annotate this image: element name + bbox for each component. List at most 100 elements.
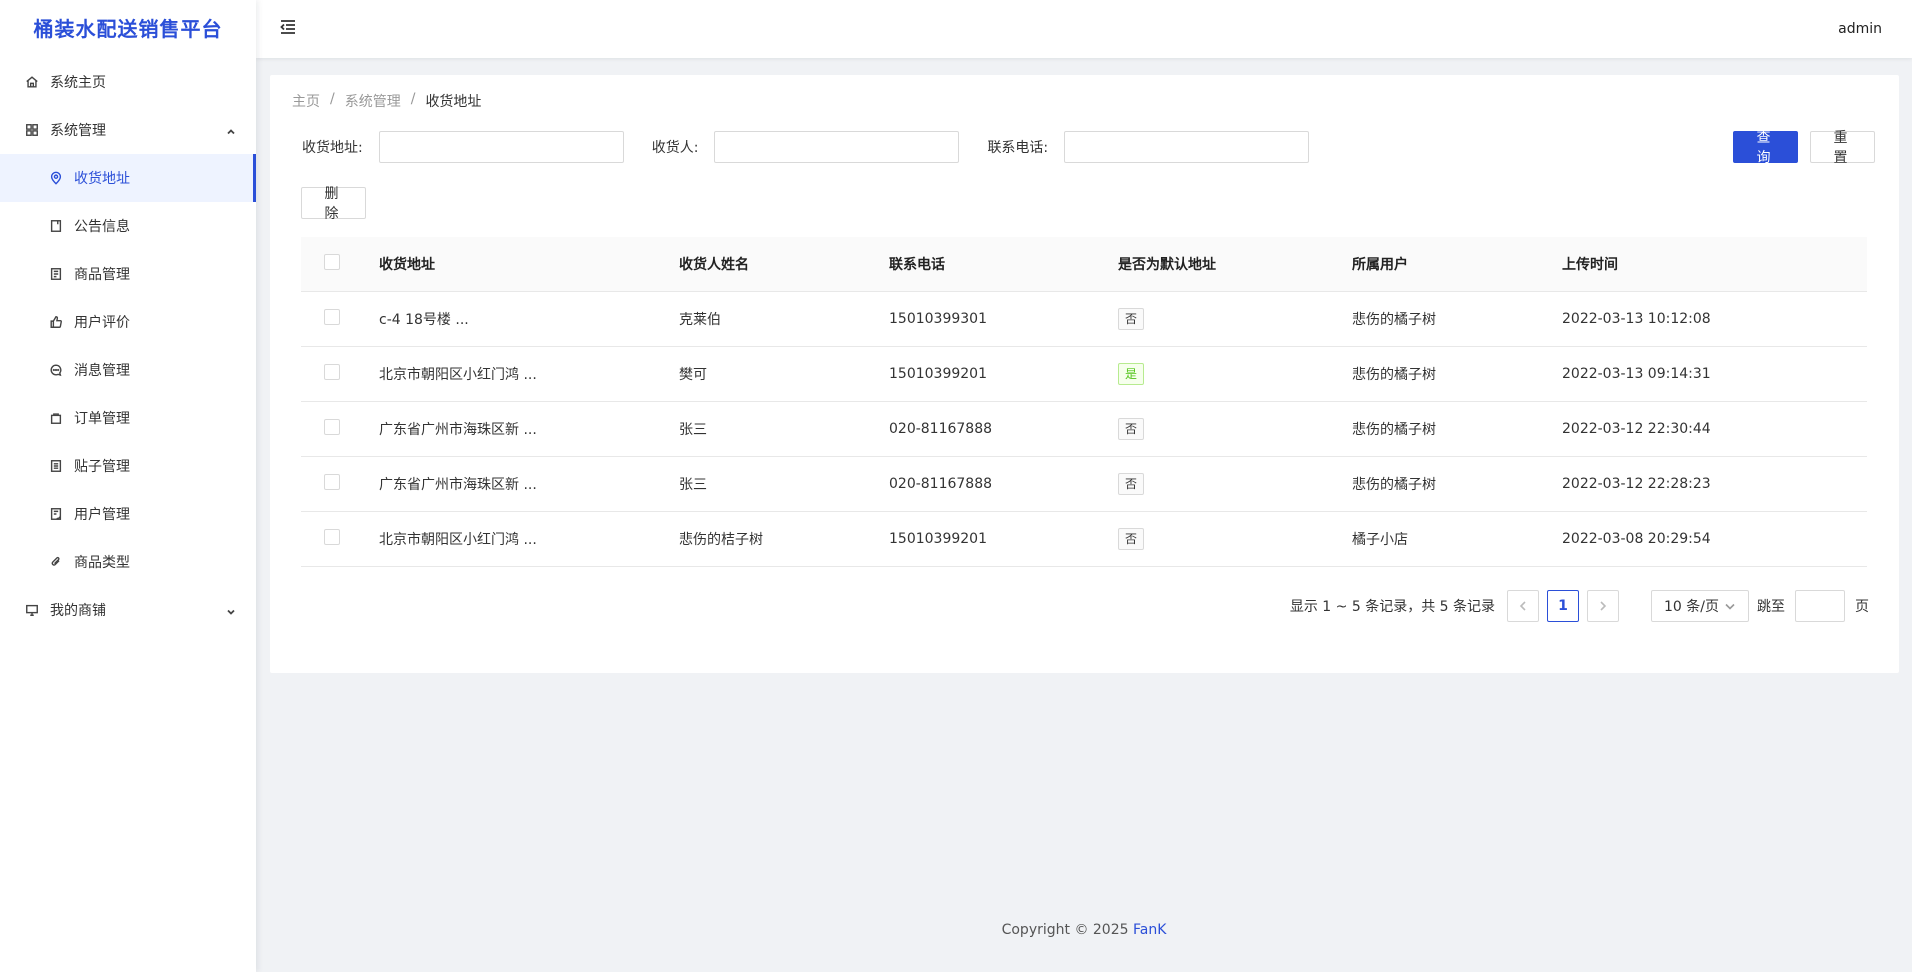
breadcrumb-separator: /	[330, 91, 335, 107]
page-suffix: 页	[1855, 599, 1869, 615]
menu-fold-icon[interactable]	[278, 17, 298, 41]
page-number-button[interactable]: 1	[1547, 590, 1579, 622]
receiver-label: 收货人:	[651, 140, 699, 156]
breadcrumb-separator: /	[410, 91, 416, 107]
receiver-input[interactable]	[714, 131, 960, 163]
column-header: 是否为默认地址	[1118, 257, 1216, 273]
delete-button[interactable]: 删除	[301, 186, 366, 222]
user-cell: 悲伤的橘子树	[1352, 367, 1436, 383]
sidebar-item-label: 公告信息	[74, 219, 130, 235]
address-cell: 北京市朝阳区小红门鸿 ...	[379, 367, 537, 383]
default-tag: 否	[1118, 528, 1145, 550]
phone-input[interactable]	[1064, 131, 1310, 163]
chevron-left-icon	[1519, 601, 1526, 611]
sidebar-item-post[interactable]: 贴子管理	[0, 442, 256, 490]
phone-cell: 15010399301	[889, 311, 987, 327]
column-header: 收货地址	[379, 257, 435, 273]
sidebar-item-notice[interactable]: 公告信息	[0, 202, 256, 250]
monitor-icon	[24, 602, 40, 618]
sidebar-item-label: 商品管理	[74, 267, 130, 283]
sidebar-item-goods-type[interactable]: 商品类型	[0, 538, 256, 586]
column-header: 上传时间	[1562, 257, 1618, 273]
sidebar-item-label: 贴子管理	[74, 459, 130, 475]
column-header: 联系电话	[889, 257, 945, 273]
row-checkbox[interactable]	[324, 529, 340, 545]
name-cell: 悲伤的桔子树	[679, 532, 763, 548]
phone-label: 联系电话:	[987, 140, 1049, 156]
sidebar-item-system[interactable]: 系统管理	[0, 106, 256, 154]
table-row[interactable]: c-4 18号楼 ... 克莱伯 15010399301 否 悲伤的橘子树 20…	[301, 292, 1867, 347]
sidebar-item-my-shop[interactable]: 我的商铺	[0, 586, 256, 634]
page-size-select[interactable]: 10 条/页	[1651, 590, 1749, 622]
name-cell: 张三	[679, 477, 707, 493]
table-row[interactable]: 广东省广州市海珠区新 ... 张三 020-81167888 否 悲伤的橘子树 …	[301, 457, 1867, 512]
pagination-total: 显示 1 ~ 5 条记录，共 5 条记录	[1289, 599, 1495, 615]
reset-button[interactable]: 重置	[1810, 130, 1875, 166]
location-icon	[48, 170, 64, 186]
main-content: 主页 / 系统管理 / 收货地址 收货地址: 收货人: 联系电话: 查询 重置 …	[270, 75, 1899, 673]
address-table: 收货地址 收货人姓名 联系电话 是否为默认地址 所属用户 上传时间 c-4 18…	[301, 237, 1867, 567]
breadcrumb-system[interactable]: 系统管理	[345, 91, 401, 111]
name-cell: 张三	[679, 422, 707, 438]
time-cell: 2022-03-08 20:29:54	[1562, 531, 1711, 547]
sidebar-item-label: 商品类型	[74, 555, 130, 571]
footer-brand-link[interactable]: FanK	[1133, 922, 1166, 938]
message-icon	[48, 362, 64, 378]
table-row[interactable]: 广东省广州市海珠区新 ... 张三 020-81167888 否 悲伤的橘子树 …	[301, 402, 1867, 457]
chevron-up-icon	[226, 125, 236, 135]
table-header-row: 收货地址 收货人姓名 联系电话 是否为默认地址 所属用户 上传时间	[301, 237, 1867, 292]
table-row[interactable]: 北京市朝阳区小红门鸿 ... 樊可 15010399201 是 悲伤的橘子树 2…	[301, 347, 1867, 402]
user-cell: 悲伤的橘子树	[1352, 312, 1436, 328]
sidebar-item-label: 我的商铺	[50, 603, 106, 619]
sidebar-item-order[interactable]: 订单管理	[0, 394, 256, 442]
page-size-value: 10 条/页	[1664, 599, 1719, 615]
copyright-text: Copyright © 2025	[1001, 922, 1129, 938]
sidebar-item-goods[interactable]: 商品管理	[0, 250, 256, 298]
sidebar-item-label: 系统管理	[50, 123, 106, 139]
select-all-checkbox[interactable]	[324, 254, 340, 270]
phone-cell: 020-81167888	[889, 476, 993, 492]
time-cell: 2022-03-12 22:30:44	[1562, 421, 1711, 437]
breadcrumb-current: 收货地址	[425, 94, 482, 110]
sidebar-item-message[interactable]: 消息管理	[0, 346, 256, 394]
row-checkbox[interactable]	[324, 309, 340, 325]
default-tag: 否	[1118, 473, 1145, 495]
home-icon	[24, 74, 40, 90]
next-page-button[interactable]	[1587, 590, 1619, 622]
sidebar-item-review[interactable]: 用户评价	[0, 298, 256, 346]
app-title: 桶装水配送销售平台	[33, 17, 223, 41]
address-input[interactable]	[378, 131, 624, 163]
prev-page-button[interactable]	[1507, 590, 1539, 622]
address-cell: 广东省广州市海珠区新 ...	[379, 422, 537, 438]
table-row[interactable]: 北京市朝阳区小红门鸿 ... 悲伤的桔子树 15010399201 否 橘子小店…	[301, 512, 1867, 567]
phone-cell: 15010399201	[889, 531, 987, 547]
paperclip-icon	[48, 554, 64, 570]
time-cell: 2022-03-13 10:12:08	[1562, 311, 1711, 327]
top-header: admin	[256, 0, 1912, 58]
address-cell: 广东省广州市海珠区新 ...	[379, 477, 537, 493]
sidebar-item-label: 用户管理	[74, 507, 130, 523]
notice-icon	[48, 218, 64, 234]
name-cell: 克莱伯	[679, 312, 721, 328]
query-button[interactable]: 查询	[1733, 130, 1798, 166]
row-checkbox[interactable]	[324, 419, 340, 435]
user-doc-icon	[48, 506, 64, 522]
row-checkbox[interactable]	[324, 474, 340, 490]
address-label: 收货地址:	[302, 140, 363, 156]
chevron-down-icon	[1725, 603, 1735, 610]
thumb-up-icon	[48, 314, 64, 330]
sidebar-item-address[interactable]: 收货地址	[0, 154, 256, 202]
sidebar: 桶装水配送销售平台 系统主页 系统管理 收货地址 公告信息 商品管理 用户评价 …	[0, 0, 256, 972]
column-header: 所属用户	[1352, 257, 1408, 273]
current-user[interactable]: admin	[1838, 21, 1882, 37]
user-cell: 橘子小店	[1352, 532, 1408, 548]
post-icon	[48, 458, 64, 474]
sidebar-item-users[interactable]: 用户管理	[0, 490, 256, 538]
phone-cell: 020-81167888	[889, 421, 993, 437]
column-header: 收货人姓名	[679, 257, 749, 273]
sidebar-item-home[interactable]: 系统主页	[0, 58, 256, 106]
jump-page-input[interactable]	[1795, 590, 1845, 622]
breadcrumb-home[interactable]: 主页	[292, 91, 320, 111]
default-tag: 否	[1118, 308, 1145, 330]
row-checkbox[interactable]	[324, 364, 340, 380]
